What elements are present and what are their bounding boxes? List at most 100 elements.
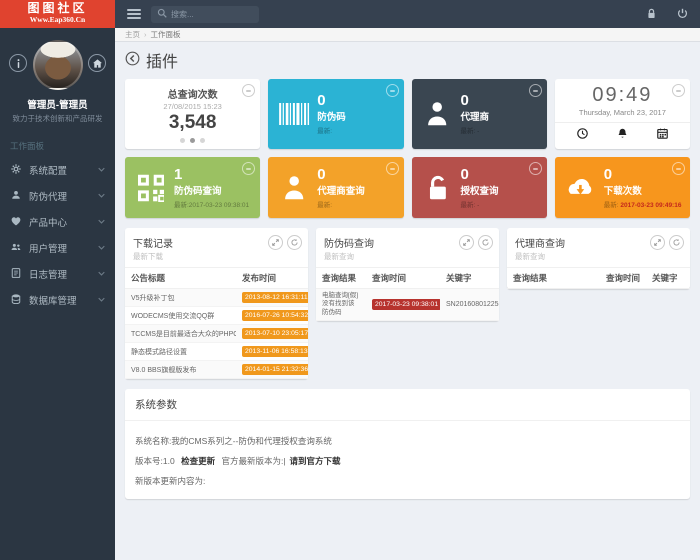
user-description: 致力于技术创新和产品研发 xyxy=(12,114,103,123)
page-title: 插件 xyxy=(146,54,179,71)
card-label: 下载次数 xyxy=(603,185,642,197)
version-line: 版本号:1.0 检查更新 官方最新版本为:| 请到官方下载 xyxy=(135,455,680,467)
agent-card: 0 代理商 最新: - xyxy=(411,79,547,149)
column-header: 公告标题 xyxy=(125,267,236,289)
circle-arrow-left-icon xyxy=(125,51,140,68)
breadcrumb-current: 工作面板 xyxy=(144,29,181,40)
logo-subtitle: Www.Eap360.Cn xyxy=(29,15,86,24)
sidebar-menu: 系统配置 防伪代理 产品中心 用户管理 日志管理 数据库管理 xyxy=(0,157,115,313)
table-row: 电脑查询[假]没有找到该防伪码 2017-03-23 09:38:01 SN20… xyxy=(316,288,499,322)
sidebar-item-user-management[interactable]: 用户管理 xyxy=(0,235,115,261)
refresh-icon[interactable] xyxy=(669,235,684,250)
chevron-down-icon xyxy=(98,270,105,278)
expand-icon[interactable] xyxy=(268,235,283,250)
search-box[interactable] xyxy=(151,5,259,23)
clock-time: 09:49 xyxy=(592,84,653,106)
card-value: 0 xyxy=(460,92,469,109)
expand-icon[interactable] xyxy=(650,235,665,250)
sidebar-item-product-center[interactable]: 产品中心 xyxy=(0,209,115,235)
antifake-query-panel: 防伪码查询 最新查询 查询结果 查询时间 关键字 电脑查询[假]没有找到该防伪码… xyxy=(316,228,499,322)
card-latest: 最新:2017-03-23 09:38:01 xyxy=(174,201,250,209)
publish-time-badge: 2013-11-06 16:58:13 xyxy=(242,346,308,357)
navbar xyxy=(115,0,700,28)
barcode-icon xyxy=(276,102,312,126)
heart-icon xyxy=(10,216,22,228)
card-menu-button[interactable] xyxy=(385,162,399,175)
antifake-query-table: 查询结果 查询时间 关键字 电脑查询[假]没有找到该防伪码 2017-03-23… xyxy=(316,267,499,322)
breadcrumb-home[interactable]: 主页 xyxy=(125,29,140,40)
chevron-down-icon xyxy=(98,166,105,174)
card-label: 代理商查询 xyxy=(317,185,365,197)
sidebar-item-database-management[interactable]: 数据库管理 xyxy=(0,287,115,313)
agent-query-table: 查询结果 查询时间 关键字 xyxy=(507,267,690,289)
calendar-icon[interactable] xyxy=(656,128,668,141)
card-menu-button[interactable] xyxy=(672,84,685,97)
carousel-dot[interactable] xyxy=(180,138,186,143)
official-download-link[interactable]: 请到官方下载 xyxy=(290,456,341,466)
sidebar-section-label: 工作面板 xyxy=(10,141,45,152)
sidebar-item-log-management[interactable]: 日志管理 xyxy=(0,261,115,287)
clock-icon[interactable] xyxy=(577,128,588,141)
info-icon[interactable] xyxy=(9,54,27,72)
chevron-down-icon xyxy=(98,192,105,200)
clock-card: 09:49 Thursday, March 23, 2017 xyxy=(554,79,690,149)
search-input[interactable] xyxy=(171,9,251,19)
refresh-icon[interactable] xyxy=(478,235,493,250)
column-header: 查询结果 xyxy=(316,267,366,289)
column-header: 关键字 xyxy=(646,267,690,289)
users-icon xyxy=(10,242,22,254)
publish-time-badge: 2013-08-12 16:31:11 xyxy=(242,292,308,303)
logo-title: 图图社区 xyxy=(27,1,88,15)
home-icon[interactable] xyxy=(88,54,106,72)
bell-icon[interactable] xyxy=(617,128,628,141)
update-content-line: 新版本更新内容为: xyxy=(135,476,206,486)
announcement-title: V5升级补丁包 xyxy=(125,288,236,307)
panel-subtitle: 最新查询 xyxy=(515,252,545,261)
download-records-panel: 下载记录 最新下载 公告标题 发布时间 V5升级补丁包 2013-08-12 1… xyxy=(125,228,308,379)
table-row: WODECMS使用交流QQ群 2016-07-26 10:54:32 xyxy=(125,306,308,325)
sidebar-item-label: 系统配置 xyxy=(29,166,68,178)
search-icon xyxy=(157,8,167,20)
column-header: 发布时间 xyxy=(236,267,308,289)
card-date: 27/08/2015 15:23 xyxy=(163,102,222,111)
sidebar-item-system-config[interactable]: 系统配置 xyxy=(0,157,115,183)
column-header: 查询结果 xyxy=(507,267,600,289)
check-update-link[interactable]: 检查更新 xyxy=(181,456,215,466)
card-value: 1 xyxy=(174,165,183,183)
card-menu-button[interactable] xyxy=(528,162,542,175)
carousel-dot-active[interactable] xyxy=(190,138,196,143)
query-keyword: SN20160801225566 xyxy=(440,288,499,322)
sidebar-item-antifake-agent[interactable]: 防伪代理 xyxy=(0,183,115,209)
page-header: 插件 xyxy=(125,48,690,72)
card-menu-button[interactable] xyxy=(672,162,685,175)
person-icon xyxy=(276,174,312,202)
power-icon[interactable] xyxy=(677,8,688,21)
announcement-title: WODECMS使用交流QQ群 xyxy=(125,306,236,325)
refresh-icon[interactable] xyxy=(287,235,302,250)
sidebar-item-label: 产品中心 xyxy=(29,218,68,230)
card-menu-button[interactable] xyxy=(242,162,256,175)
card-latest: 最新: 2017-03-23 09:49:16 xyxy=(603,201,682,209)
lock-icon[interactable] xyxy=(646,8,657,21)
card-menu-button[interactable] xyxy=(385,84,399,97)
clock-date: Thursday, March 23, 2017 xyxy=(578,108,666,117)
table-row: 静态模式路径设置 2013-11-06 16:58:13 xyxy=(125,342,308,361)
card-menu-button[interactable] xyxy=(528,84,542,97)
system-name-line: 系统名称:我的CMS系列之--防伪和代理授权查询系统 xyxy=(135,436,332,446)
expand-icon[interactable] xyxy=(459,235,474,250)
card-value: 0 xyxy=(460,165,469,183)
database-icon xyxy=(10,294,22,306)
top-bar: 图图社区 Www.Eap360.Cn xyxy=(0,0,700,28)
sidebar-item-label: 用户管理 xyxy=(29,244,68,256)
antifake-code-card: 0 防伪码 最新: xyxy=(268,79,404,149)
antifake-query-card: 1 防伪码查询 最新:2017-03-23 09:38:01 xyxy=(125,157,261,218)
sidebar-toggle-icon[interactable] xyxy=(127,9,141,19)
query-result: 电脑查询[假]没有找到该防伪码 xyxy=(316,288,366,322)
publish-time-badge: 2013-07-10 23:05:17 xyxy=(242,328,308,339)
chevron-down-icon xyxy=(98,296,105,304)
sidebar-item-label: 数据库管理 xyxy=(29,296,77,308)
version-label: 版本号:1.0 xyxy=(135,456,175,466)
carousel-dot[interactable] xyxy=(200,138,206,143)
logo[interactable]: 图图社区 Www.Eap360.Cn xyxy=(0,0,115,28)
person-icon xyxy=(420,100,456,128)
